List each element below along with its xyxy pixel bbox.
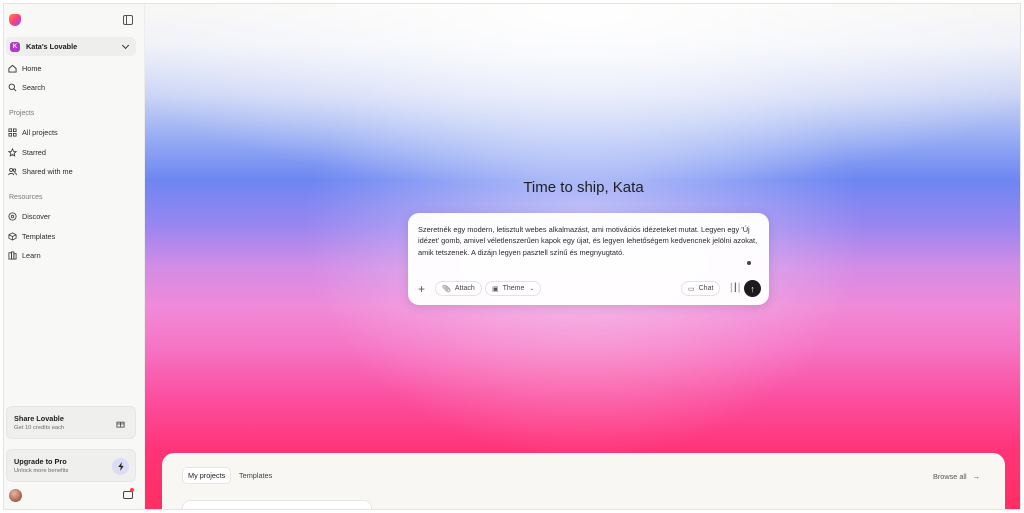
users-icon — [8, 167, 17, 176]
resources-section-label: Resources — [9, 194, 43, 201]
arrow-right-icon: → — [972, 472, 980, 481]
nav-starred[interactable]: Starred — [8, 145, 46, 160]
inbox-icon[interactable] — [123, 491, 133, 499]
projects-section-label: Projects — [9, 110, 35, 117]
browse-all-link[interactable]: Browse all → — [933, 472, 980, 481]
chevron-down-icon — [121, 41, 130, 50]
share-subtitle: Get 10 credits each — [14, 425, 65, 431]
nav-templates-label: Templates — [22, 232, 56, 241]
lovable-logo-icon[interactable] — [9, 14, 21, 26]
nav-all-projects-label: All projects — [22, 128, 58, 137]
notification-dot — [130, 488, 134, 492]
send-button[interactable]: ↑ — [744, 280, 761, 297]
chat-label: Chat — [698, 285, 714, 292]
workspace-switcher[interactable]: K Kata's Lovable — [6, 37, 136, 56]
workspace-name: Kata's Lovable — [26, 42, 78, 51]
home-icon — [8, 64, 17, 73]
paperclip-icon: 📎︎ — [442, 285, 451, 293]
attach-button[interactable]: 📎︎ Attach — [435, 281, 482, 296]
browse-all-label: Browse all — [933, 472, 967, 481]
nav-discover-label: Discover — [22, 212, 51, 221]
nav-shared-with-me[interactable]: Shared with me — [8, 164, 73, 179]
plus-icon[interactable]: + — [418, 283, 425, 295]
upgrade-to-pro-card[interactable]: Upgrade to Pro Unlock more benefits — [6, 449, 136, 482]
nav-shared-label: Shared with me — [22, 167, 73, 176]
nav-all-projects[interactable]: All projects — [8, 125, 58, 140]
projects-panel: My projects Templates Browse all → — [162, 453, 1005, 509]
nav-search[interactable]: Search — [8, 80, 45, 95]
project-card[interactable] — [182, 500, 372, 509]
nav-search-label: Search — [22, 83, 46, 92]
compass-icon — [8, 212, 17, 221]
attach-label: Attach — [454, 285, 475, 292]
arrow-up-icon: ↑ — [750, 283, 755, 294]
nav-home-label: Home — [22, 64, 42, 73]
page-title: Time to ship, Kata — [523, 179, 644, 196]
gift-icon — [112, 415, 129, 432]
nav-learn-label: Learn — [22, 251, 41, 260]
cube-icon — [8, 232, 17, 241]
nav-learn[interactable]: Learn — [8, 248, 41, 263]
chat-button[interactable]: ▭ Chat — [681, 281, 721, 296]
theme-label: Theme — [502, 285, 525, 292]
upgrade-subtitle: Unlock more benefits — [14, 468, 69, 474]
theme-button[interactable]: ▣ Theme ⌄ — [485, 281, 542, 296]
prompt-input[interactable]: Szeretnék egy modern, letisztult webes a… — [418, 224, 758, 258]
bolt-icon — [112, 458, 129, 475]
waveform-icon[interactable]: │┃│ — [729, 283, 742, 292]
workspace-avatar: K — [10, 41, 20, 52]
main-area: Time to ship, Kata Szeretnék egy modern,… — [145, 4, 1020, 509]
user-avatar[interactable] — [9, 489, 22, 502]
chat-icon: ▭ — [688, 285, 695, 293]
nav-starred-label: Starred — [22, 148, 46, 157]
text-cursor — [747, 261, 751, 265]
share-title: Share Lovable — [14, 414, 64, 423]
nav-home[interactable]: Home — [8, 61, 41, 76]
book-icon — [8, 251, 17, 260]
star-icon — [8, 148, 17, 157]
palette-icon: ▣ — [492, 285, 499, 293]
tab-my-projects[interactable]: My projects — [182, 467, 232, 484]
nav-discover[interactable]: Discover — [8, 209, 50, 224]
sidebar-collapse-icon[interactable] — [123, 15, 133, 25]
grid-icon — [8, 128, 17, 137]
chevron-down-icon: ⌄ — [529, 286, 535, 292]
nav-templates[interactable]: Templates — [8, 229, 55, 244]
search-icon — [8, 83, 17, 92]
upgrade-title: Upgrade to Pro — [14, 457, 67, 466]
prompt-box[interactable]: Szeretnék egy modern, letisztult webes a… — [408, 213, 769, 305]
share-lovable-card[interactable]: Share Lovable Get 10 credits each — [6, 406, 136, 439]
app-window: K Kata's Lovable Home Search Projects Al… — [3, 3, 1021, 510]
tab-templates[interactable]: Templates — [234, 467, 277, 484]
sidebar: K Kata's Lovable Home Search Projects Al… — [4, 4, 145, 509]
